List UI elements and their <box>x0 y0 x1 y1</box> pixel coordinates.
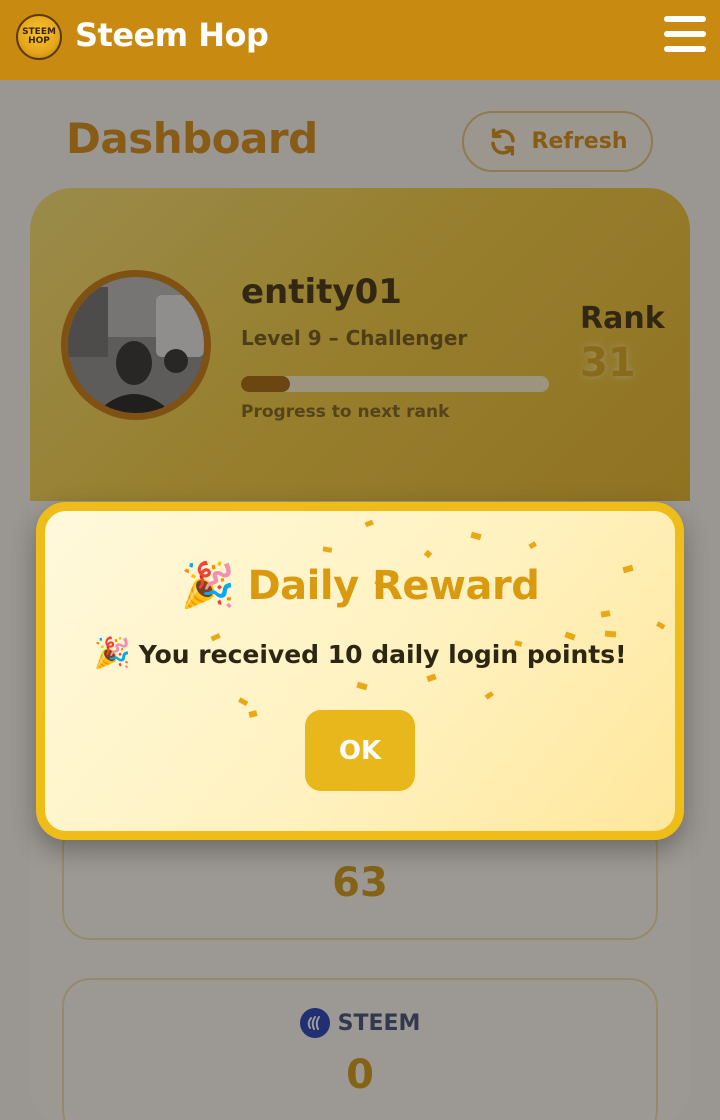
hamburger-menu-icon[interactable] <box>664 16 706 52</box>
top-app-bar: STEEM HOP Steem Hop <box>0 0 720 80</box>
modal-title-text: Daily Reward <box>247 563 540 609</box>
party-popper-icon: 🎉 <box>180 560 236 611</box>
modal-message: 🎉 You received 10 daily login points! <box>45 639 675 669</box>
logo-text-line2: HOP <box>28 36 50 46</box>
steem-hop-logo[interactable]: STEEM HOP <box>16 14 62 60</box>
ok-button[interactable]: OK <box>305 710 415 791</box>
app-title: Steem Hop <box>75 16 269 54</box>
modal-message-text: You received 10 daily login points! <box>138 639 627 669</box>
daily-reward-modal: 🎉 Daily Reward 🎉 You received 10 daily l… <box>36 502 684 840</box>
party-popper-icon: 🎉 <box>93 636 131 671</box>
modal-title: 🎉 Daily Reward <box>45 563 675 609</box>
